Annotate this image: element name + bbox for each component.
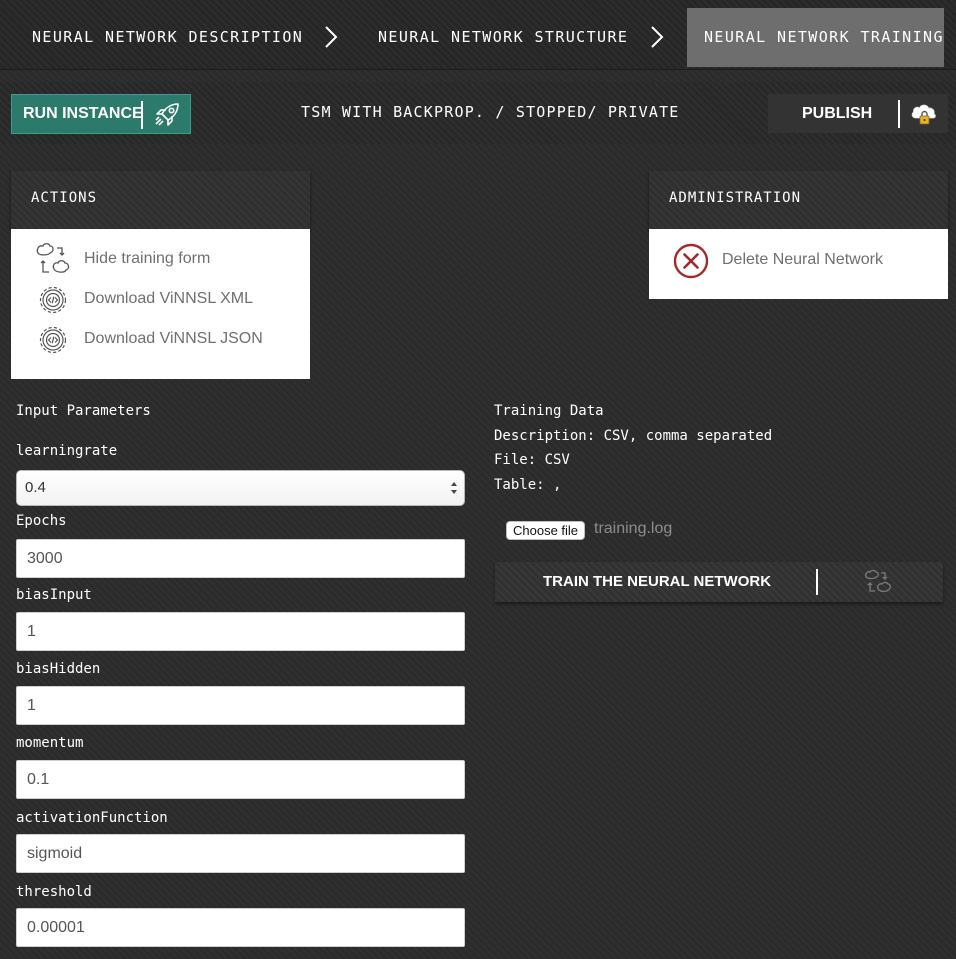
- download-vinnsl-json-link[interactable]: Download ViNNSL JSON: [35, 322, 295, 358]
- delete-neural-network-label: Delete Neural Network: [722, 251, 883, 268]
- train-exchange-icon: [865, 569, 891, 593]
- learningrate-select[interactable]: 0.4: [16, 470, 465, 506]
- momentum-label: momentum: [16, 735, 84, 751]
- download-vinnsl-json-label: Download ViNNSL JSON: [84, 330, 263, 347]
- publish-label: PUBLISH: [802, 105, 873, 122]
- train-neural-network-label: TRAIN THE NEURAL NETWORK: [543, 573, 772, 590]
- selected-file-name: training.log: [594, 520, 673, 537]
- administration-panel: Delete Neural Network: [649, 229, 948, 299]
- publish-button[interactable]: PUBLISH: [768, 94, 948, 133]
- learningrate-label: learningrate: [16, 443, 118, 459]
- momentum-input[interactable]: 0.1: [16, 760, 465, 799]
- threshold-input[interactable]: 0.00001: [16, 908, 465, 947]
- step-neural-network-training[interactable]: NEURAL NETWORK TRAINING: [687, 8, 944, 67]
- select-arrows-icon: [451, 482, 457, 494]
- epochs-label: Epochs: [16, 513, 67, 529]
- epochs-input[interactable]: 3000: [16, 539, 465, 578]
- instance-status: TSM WITH BACKPROP. / STOPPED/ PRIVATE: [301, 103, 680, 121]
- button-divider: [898, 100, 900, 128]
- biashidden-label: biasHidden: [16, 661, 101, 677]
- run-instance-button[interactable]: RUN INSTANCE: [11, 94, 191, 134]
- biasinput-input[interactable]: 1: [16, 612, 465, 651]
- actions-header: ACTIONS: [11, 171, 310, 229]
- delete-circle-x-icon: [673, 243, 709, 279]
- button-divider: [141, 101, 143, 129]
- training-data-table: Table: ,: [494, 477, 562, 493]
- learningrate-value: 0.4: [25, 479, 46, 496]
- hide-training-form-label: Hide training form: [84, 250, 211, 267]
- run-instance-label: RUN INSTANCE: [23, 105, 143, 122]
- cloud-lock-icon: [911, 104, 936, 125]
- hide-training-form-link[interactable]: Hide training form: [35, 242, 295, 278]
- gear-code-icon: [39, 286, 67, 314]
- training-data-title: Training Data: [494, 403, 604, 419]
- chevron-right-icon: [651, 26, 664, 48]
- hide-form-icon: [36, 243, 70, 273]
- choose-file-button[interactable]: Choose file: [506, 521, 586, 540]
- threshold-label: threshold: [16, 884, 92, 900]
- step-neural-network-structure[interactable]: NEURAL NETWORK STRUCTURE: [378, 8, 628, 67]
- chevron-right-icon: [325, 26, 338, 48]
- wizard-breadcrumb: NEURAL NETWORK DESCRIPTION NEURAL NETWOR…: [0, 0, 956, 70]
- activationfunction-input[interactable]: sigmoid: [16, 834, 465, 873]
- instance-toolbar: RUN INSTANCE TSM WITH BACKPROP. / STOPPE…: [0, 82, 956, 144]
- download-vinnsl-xml-label: Download ViNNSL XML: [84, 290, 253, 307]
- train-neural-network-button[interactable]: TRAIN THE NEURAL NETWORK: [495, 562, 943, 602]
- administration-header: ADMINISTRATION: [649, 171, 948, 229]
- rocket-icon: [155, 103, 179, 126]
- input-parameters-title: Input Parameters: [16, 403, 151, 419]
- download-vinnsl-xml-link[interactable]: Download ViNNSL XML: [35, 282, 295, 318]
- training-data-file: File: CSV: [494, 452, 570, 468]
- actions-panel: Hide training form Download ViNNSL XML D…: [11, 229, 310, 379]
- step-neural-network-description[interactable]: NEURAL NETWORK DESCRIPTION: [32, 8, 303, 67]
- button-divider: [816, 569, 818, 595]
- gear-code-icon: [39, 326, 67, 354]
- biasinput-label: biasInput: [16, 587, 92, 603]
- delete-neural-network-link[interactable]: Delete Neural Network: [673, 243, 933, 279]
- biashidden-input[interactable]: 1: [16, 686, 465, 725]
- activationfunction-label: activationFunction: [16, 810, 168, 826]
- training-data-description: Description: CSV, comma separated: [494, 428, 773, 444]
